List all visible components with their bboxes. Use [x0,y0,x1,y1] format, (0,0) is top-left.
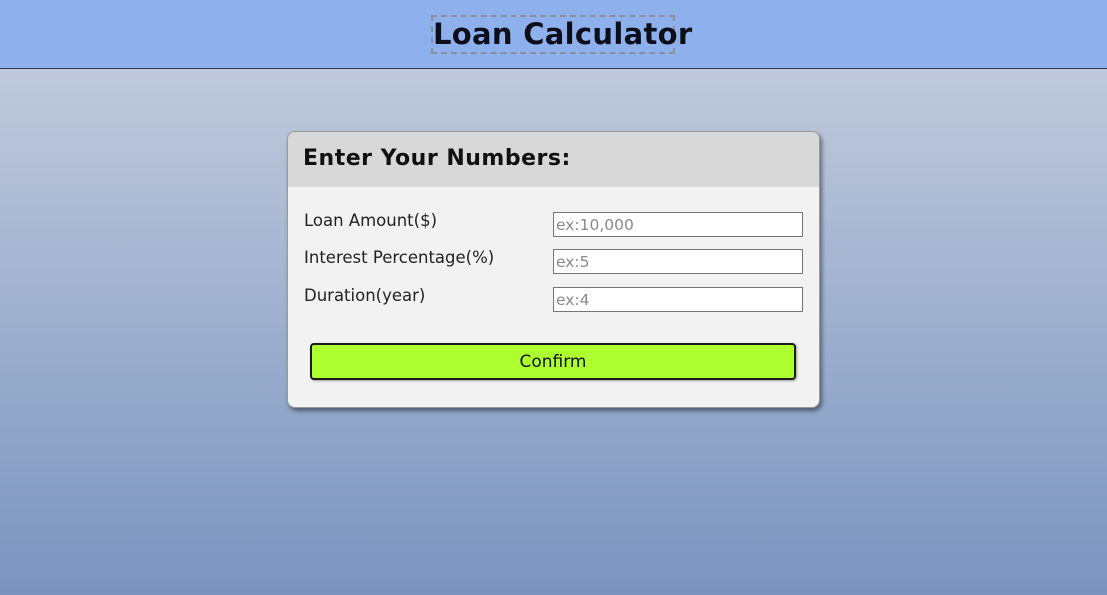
interest-percentage-label: Interest Percentage(%) [304,248,495,267]
header-bar: Loan Calculator [0,0,1107,69]
interest-percentage-input[interactable] [553,249,803,274]
loan-amount-input[interactable] [553,212,803,237]
form-header: Enter Your Numbers: [288,132,819,187]
duration-input[interactable] [553,287,803,312]
duration-label: Duration(year) [304,286,426,305]
form-title: Enter Your Numbers: [303,146,571,171]
confirm-button[interactable]: Confirm [310,343,796,380]
app-title: Loan Calculator [431,15,692,54]
loan-form-card: Enter Your Numbers: Loan Amount($) Inter… [287,131,820,408]
loan-amount-label: Loan Amount($) [304,211,438,230]
